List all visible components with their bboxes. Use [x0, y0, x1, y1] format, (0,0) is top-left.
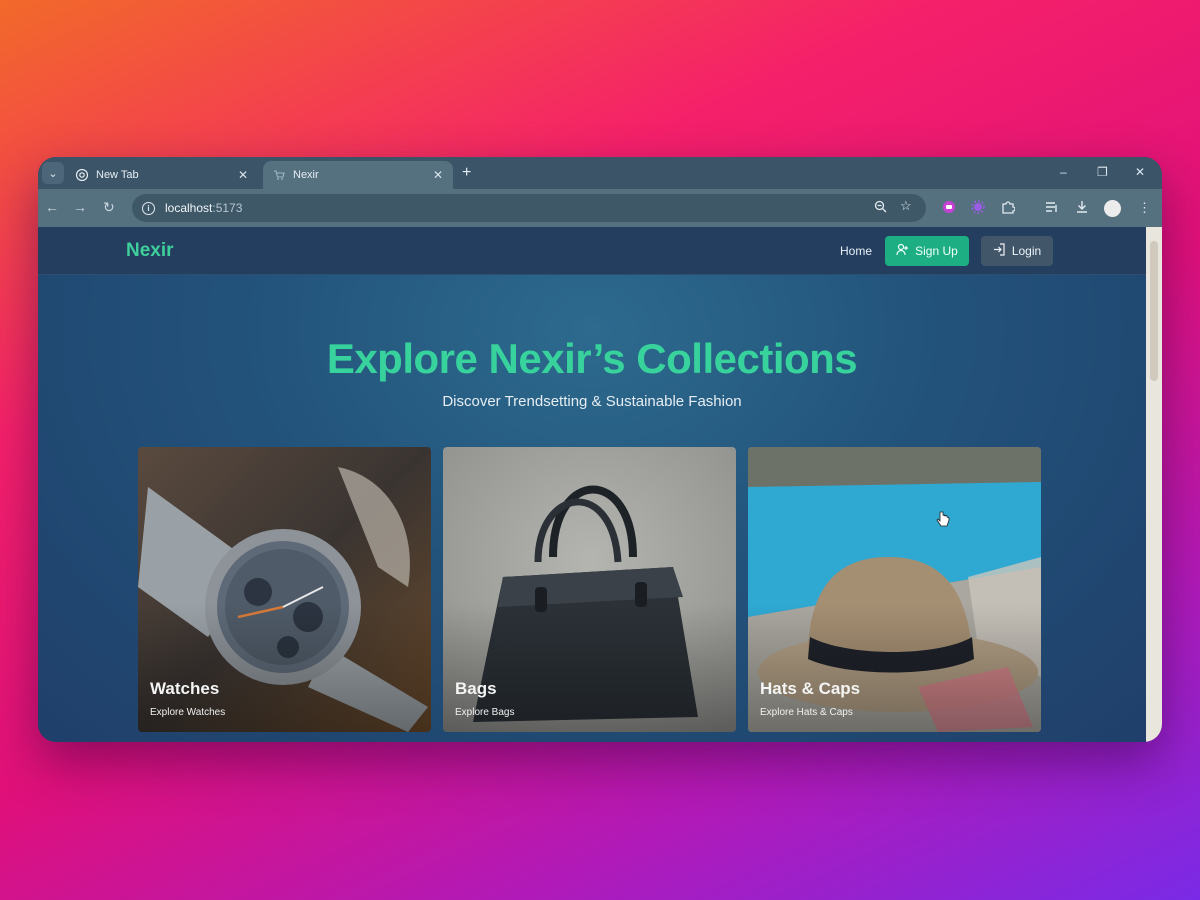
tab-title: New Tab	[96, 169, 139, 181]
back-icon[interactable]: ←	[45, 199, 59, 215]
close-window-icon[interactable]: ✕	[1135, 165, 1145, 179]
tab-close-icon[interactable]: ✕	[238, 168, 248, 182]
browser-toolbar: ← → ↻ i localhost:5173 ☆ ⋮	[38, 189, 1162, 227]
login-icon	[993, 243, 1006, 259]
card-link[interactable]: Explore Hats & Caps	[760, 707, 853, 718]
reading-list-icon[interactable]	[1045, 200, 1059, 217]
download-icon[interactable]	[1075, 200, 1089, 217]
url-text: localhost:5173	[165, 201, 243, 215]
category-card-watches[interactable]: Watches Explore Watches	[138, 447, 431, 732]
menu-kebab-icon[interactable]: ⋮	[1138, 200, 1151, 216]
add-user-icon	[896, 243, 909, 259]
tab-strip: ⌄ New Tab ✕ Nexir ✕ + – ❐ ✕	[38, 157, 1162, 189]
chrome-icon	[76, 169, 88, 181]
hero-title: Explore Nexir’s Collections	[326, 335, 858, 382]
tab-title: Nexir	[293, 169, 319, 181]
page-viewport: Nexir Home Sign Up Login Explore Nexir’s…	[38, 227, 1146, 742]
signup-button[interactable]: Sign Up	[885, 236, 969, 266]
tab-nexir[interactable]: Nexir ✕	[263, 161, 453, 189]
minimize-icon[interactable]: –	[1060, 165, 1067, 179]
card-link[interactable]: Explore Bags	[455, 707, 514, 718]
tab-new-tab[interactable]: New Tab ✕	[66, 161, 258, 189]
site-navbar: Nexir Home Sign Up Login	[38, 227, 1146, 275]
brand-logo[interactable]: Nexir	[126, 240, 174, 262]
cart-icon	[273, 169, 285, 181]
pointer-cursor	[936, 511, 950, 532]
new-tab-button[interactable]: +	[462, 164, 471, 182]
category-card-hats[interactable]: Hats & Caps Explore Hats & Caps	[748, 447, 1041, 732]
restore-icon[interactable]: ❐	[1097, 165, 1108, 179]
address-bar[interactable]: i localhost:5173 ☆	[132, 194, 926, 222]
page-scrollbar[interactable]	[1146, 227, 1162, 742]
extension-icon-2[interactable]	[971, 200, 985, 217]
nav-home-link[interactable]: Home	[840, 244, 872, 258]
extensions-icon[interactable]	[1001, 200, 1016, 217]
scrollbar-thumb[interactable]	[1150, 241, 1158, 381]
tab-close-icon[interactable]: ✕	[433, 168, 443, 182]
forward-icon[interactable]: →	[73, 199, 87, 215]
category-card-bags[interactable]: Bags Explore Bags	[443, 447, 736, 732]
card-link[interactable]: Explore Watches	[150, 707, 225, 718]
signup-label: Sign Up	[915, 244, 958, 258]
card-title: Watches	[150, 679, 220, 698]
bookmark-star-icon[interactable]: ☆	[900, 198, 912, 214]
card-title: Hats & Caps	[760, 679, 861, 698]
card-title: Bags	[455, 679, 497, 698]
login-button[interactable]: Login	[981, 236, 1053, 266]
login-label: Login	[1011, 244, 1042, 258]
site-info-icon[interactable]: i	[142, 201, 155, 215]
reload-icon[interactable]: ↻	[103, 199, 115, 216]
zoom-icon[interactable]	[874, 200, 887, 216]
hero-subtitle: Discover Trendsetting & Sustainable Fash…	[442, 393, 742, 410]
profile-avatar[interactable]	[1104, 200, 1121, 217]
tab-search-icon[interactable]: ⌄	[42, 162, 64, 184]
extension-icon-1[interactable]	[942, 200, 956, 217]
browser-window: ⌄ New Tab ✕ Nexir ✕ + – ❐ ✕ ← → ↻ i loca…	[38, 157, 1162, 742]
